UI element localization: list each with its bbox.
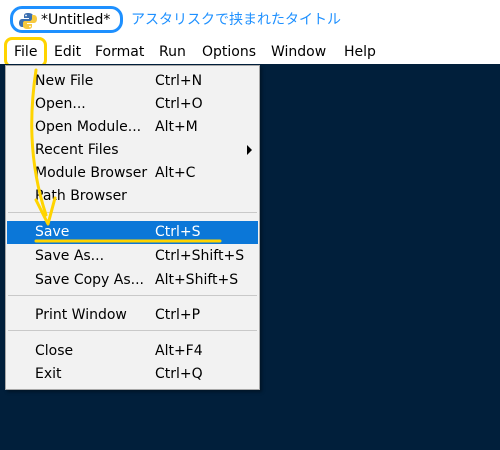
menu-item-shortcut: Ctrl+P: [155, 307, 201, 323]
menu-item-label: Module Browser: [35, 165, 148, 181]
menu-item-new-file[interactable]: New File Ctrl+N: [7, 70, 258, 93]
menu-item-shortcut: Alt+Shift+S: [155, 272, 239, 288]
submenu-arrow-icon: [247, 145, 252, 155]
python-idle-icon: [19, 13, 37, 29]
menu-item-shortcut: Alt+F4: [155, 343, 203, 359]
menu-item-exit[interactable]: Exit Ctrl+Q: [7, 363, 258, 386]
menu-run[interactable]: Run: [153, 40, 192, 64]
menu-window[interactable]: Window: [265, 40, 332, 64]
menu-bar: File Edit Format Run Options Window Help: [0, 40, 500, 64]
menu-item-shortcut: Ctrl+S: [155, 224, 201, 240]
menu-item-shortcut: Alt+M: [155, 119, 198, 135]
menu-item-label: Print Window: [35, 307, 127, 323]
menu-options[interactable]: Options: [196, 40, 262, 64]
menu-item-label: Open Module...: [35, 119, 142, 135]
menu-item-save[interactable]: Save Ctrl+S: [7, 221, 258, 244]
menu-format[interactable]: Format: [89, 40, 150, 64]
menu-item-print-window[interactable]: Print Window Ctrl+P: [7, 304, 258, 327]
menu-item-path-browser[interactable]: Path Browser: [7, 185, 258, 208]
menu-item-label: New File: [35, 73, 94, 89]
menu-item-label: Close: [35, 343, 74, 359]
menu-separator: [8, 212, 257, 213]
menu-item-shortcut: Ctrl+Shift+S: [155, 248, 245, 264]
window-title-highlight: *Untitled*: [10, 6, 123, 33]
menu-item-open-module[interactable]: Open Module... Alt+M: [7, 116, 258, 139]
menu-item-close[interactable]: Close Alt+F4: [7, 340, 258, 363]
menu-item-label: Save Copy As...: [35, 272, 144, 288]
menu-item-shortcut: Alt+C: [155, 165, 196, 181]
menu-item-shortcut: Ctrl+Q: [155, 366, 203, 382]
menu-item-save-as[interactable]: Save As... Ctrl+Shift+S: [7, 245, 258, 268]
file-dropdown-menu: New File Ctrl+N Open... Ctrl+O Open Modu…: [5, 65, 260, 390]
menu-separator: [8, 295, 257, 296]
menu-item-label: Recent Files: [35, 142, 119, 158]
window-title: *Untitled*: [41, 12, 111, 28]
menu-item-label: Exit: [35, 366, 62, 382]
menu-item-shortcut: Ctrl+N: [155, 73, 203, 89]
menu-item-label: Save: [35, 224, 70, 240]
title-annotation: アスタリスクで挟まれたタイトル: [131, 12, 341, 28]
menu-item-module-browser[interactable]: Module Browser Alt+C: [7, 162, 258, 185]
menu-item-save-copy-as[interactable]: Save Copy As... Alt+Shift+S: [7, 269, 258, 292]
menu-item-recent-files[interactable]: Recent Files: [7, 139, 258, 162]
menu-help[interactable]: Help: [338, 40, 382, 64]
menu-item-open[interactable]: Open... Ctrl+O: [7, 93, 258, 116]
menu-edit[interactable]: Edit: [48, 40, 87, 64]
menu-item-label: Open...: [35, 96, 86, 112]
title-bar: *Untitled* アスタリスクで挟まれたタイトル: [0, 0, 500, 40]
menu-item-label: Save As...: [35, 248, 105, 264]
menu-item-shortcut: Ctrl+O: [155, 96, 203, 112]
menu-separator: [8, 330, 257, 331]
menu-item-label: Path Browser: [35, 188, 127, 204]
